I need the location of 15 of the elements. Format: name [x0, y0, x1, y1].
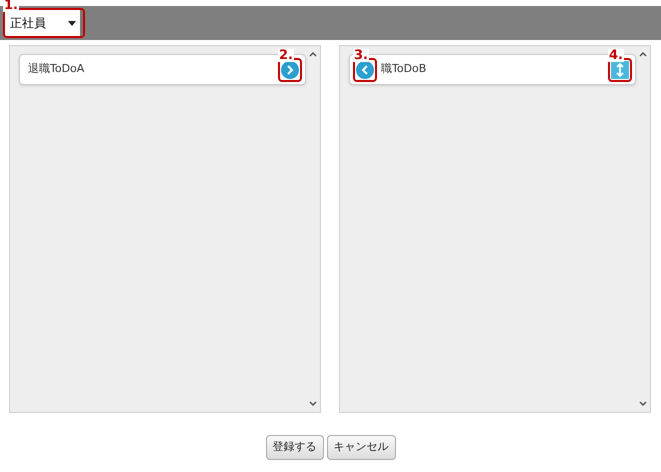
- dropdown-select[interactable]: 正社員: [5, 10, 83, 36]
- chevron-right-icon[interactable]: [281, 60, 299, 78]
- scroll-down-icon[interactable]: [309, 401, 317, 407]
- action-button[interactable]: キャンセル: [326, 435, 396, 460]
- callout-number: 4.: [608, 48, 624, 62]
- caret-icon: [68, 20, 76, 26]
- chevron-left-icon[interactable]: [356, 60, 374, 78]
- item-label: 職ToDoB: [381, 61, 428, 78]
- action-button[interactable]: 登録する: [266, 435, 324, 460]
- item-label: 退職ToDoA: [27, 61, 86, 78]
- scroll-down-icon[interactable]: [639, 401, 647, 407]
- scroll-up-icon[interactable]: [309, 51, 317, 57]
- callout-number: 3.: [353, 48, 369, 62]
- callout-number: 2.: [278, 48, 294, 62]
- scroll-up-icon[interactable]: [639, 51, 647, 57]
